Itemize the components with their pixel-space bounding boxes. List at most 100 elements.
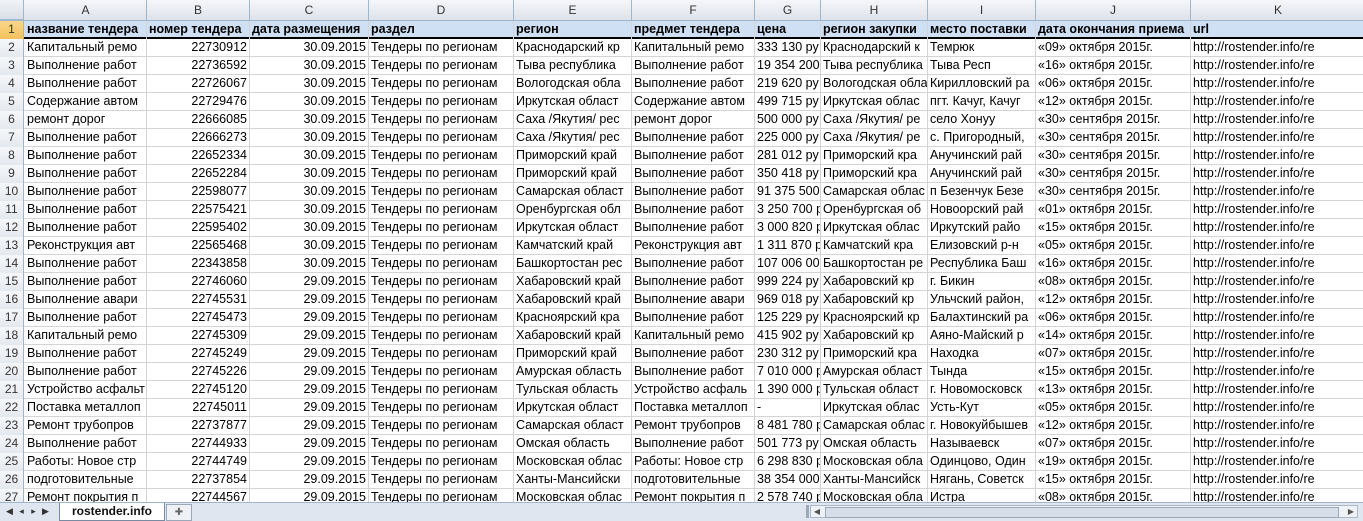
table-cell[interactable]: Выполнение работ xyxy=(25,129,147,147)
table-cell[interactable]: Иркутская област xyxy=(514,399,632,417)
table-cell[interactable]: «08» октября 2015г. xyxy=(1036,489,1191,502)
table-cell[interactable]: Тендеры по регионам xyxy=(369,291,514,309)
table-cell[interactable]: Московская обла xyxy=(821,453,928,471)
table-cell[interactable]: Тендеры по регионам xyxy=(369,345,514,363)
table-cell[interactable]: Истра xyxy=(928,489,1036,502)
table-cell[interactable]: 22745309 xyxy=(147,327,250,345)
row-number[interactable]: 14 xyxy=(0,255,24,273)
table-cell[interactable]: 30.09.2015 xyxy=(250,75,369,93)
table-cell[interactable]: http://rostender.info/re xyxy=(1191,57,1363,75)
header-cell[interactable]: url xyxy=(1191,21,1363,39)
table-cell[interactable]: «16» октября 2015г. xyxy=(1036,57,1191,75)
table-cell[interactable]: Реконструкция авт xyxy=(25,237,147,255)
table-cell[interactable]: 22745531 xyxy=(147,291,250,309)
header-cell[interactable]: место поставки xyxy=(928,21,1036,39)
table-cell[interactable]: Башкортостан ре xyxy=(821,255,928,273)
table-cell[interactable]: Приморский кра xyxy=(821,345,928,363)
table-cell[interactable]: Выполнение работ xyxy=(25,345,147,363)
table-cell[interactable]: Выполнение работ xyxy=(632,273,755,291)
table-cell[interactable]: «15» октября 2015г. xyxy=(1036,219,1191,237)
table-cell[interactable]: 30.09.2015 xyxy=(250,201,369,219)
table-cell[interactable]: Выполнение работ xyxy=(25,165,147,183)
table-cell[interactable]: Устройство асфаль xyxy=(632,381,755,399)
table-cell[interactable]: Приморский край xyxy=(514,345,632,363)
table-cell[interactable]: Камчатский край xyxy=(514,237,632,255)
table-cell[interactable]: Выполнение работ xyxy=(632,255,755,273)
table-cell[interactable]: Работы: Новое стр xyxy=(632,453,755,471)
table-cell[interactable]: Оренбургская обл xyxy=(514,201,632,219)
table-cell[interactable]: Выполнение работ xyxy=(632,363,755,381)
table-cell[interactable]: Тендеры по регионам xyxy=(369,147,514,165)
table-cell[interactable]: «15» октября 2015г. xyxy=(1036,471,1191,489)
table-cell[interactable]: Иркутская облас xyxy=(821,93,928,111)
table-cell[interactable]: http://rostender.info/re xyxy=(1191,219,1363,237)
table-cell[interactable]: г. Новомосковск xyxy=(928,381,1036,399)
table-cell[interactable]: 29.09.2015 xyxy=(250,381,369,399)
table-cell[interactable]: http://rostender.info/re xyxy=(1191,75,1363,93)
table-cell[interactable]: «07» октября 2015г. xyxy=(1036,435,1191,453)
table-cell[interactable]: http://rostender.info/re xyxy=(1191,345,1363,363)
table-cell[interactable]: Ульчский район, xyxy=(928,291,1036,309)
table-cell[interactable]: Саха /Якутия/ ре xyxy=(821,111,928,129)
header-cell[interactable]: название тендера xyxy=(25,21,147,39)
table-cell[interactable]: Хабаровский кр xyxy=(821,291,928,309)
table-cell[interactable]: 30.09.2015 xyxy=(250,165,369,183)
column-header-a[interactable]: A xyxy=(25,0,147,20)
table-cell[interactable]: Ремонт трубопров xyxy=(632,417,755,435)
table-cell[interactable]: Тендеры по регионам xyxy=(369,255,514,273)
table-cell[interactable]: Тендеры по регионам xyxy=(369,471,514,489)
table-cell[interactable]: Выполнение работ xyxy=(25,309,147,327)
table-cell[interactable]: 29.09.2015 xyxy=(250,363,369,381)
table-cell[interactable]: Выполнение работ xyxy=(25,219,147,237)
table-cell[interactable]: Тыва Респ xyxy=(928,57,1036,75)
table-cell[interactable]: Тендеры по регионам xyxy=(369,93,514,111)
table-cell[interactable]: http://rostender.info/re xyxy=(1191,291,1363,309)
table-cell[interactable]: http://rostender.info/re xyxy=(1191,39,1363,57)
table-cell[interactable]: Новоорский рай xyxy=(928,201,1036,219)
table-cell[interactable]: Самарская облас xyxy=(821,183,928,201)
row-number[interactable]: 16 xyxy=(0,291,24,309)
table-cell[interactable]: 30.09.2015 xyxy=(250,147,369,165)
table-cell[interactable]: Хабаровский край xyxy=(514,273,632,291)
insert-sheet-icon[interactable]: ✚ xyxy=(166,504,192,521)
table-cell[interactable]: Выполнение работ xyxy=(25,435,147,453)
table-cell[interactable]: Тульская област xyxy=(821,381,928,399)
table-cell[interactable]: 29.09.2015 xyxy=(250,291,369,309)
table-cell[interactable]: Называевск xyxy=(928,435,1036,453)
table-cell[interactable]: Вологодская обла xyxy=(821,75,928,93)
row-number[interactable]: 18 xyxy=(0,327,24,345)
table-cell[interactable]: http://rostender.info/re xyxy=(1191,471,1363,489)
row-number[interactable]: 15 xyxy=(0,273,24,291)
header-cell[interactable]: предмет тендера xyxy=(632,21,755,39)
table-cell[interactable]: Нягань, Советск xyxy=(928,471,1036,489)
table-cell[interactable]: «09» октября 2015г. xyxy=(1036,39,1191,57)
table-cell[interactable]: http://rostender.info/re xyxy=(1191,327,1363,345)
scroll-right-icon[interactable]: ▶ xyxy=(1345,506,1357,517)
table-cell[interactable]: 29.09.2015 xyxy=(250,489,369,502)
table-cell[interactable]: 22737854 xyxy=(147,471,250,489)
table-cell[interactable]: Красноярский кр xyxy=(821,309,928,327)
table-cell[interactable]: «13» октября 2015г. xyxy=(1036,381,1191,399)
table-cell[interactable]: Тендеры по регионам xyxy=(369,309,514,327)
table-cell[interactable]: 22565468 xyxy=(147,237,250,255)
table-cell[interactable]: «06» октября 2015г. xyxy=(1036,309,1191,327)
row-number[interactable]: 2 xyxy=(0,39,24,57)
row-number[interactable]: 26 xyxy=(0,471,24,489)
header-cell[interactable]: дата размещения xyxy=(250,21,369,39)
table-cell[interactable]: 29.09.2015 xyxy=(250,471,369,489)
table-cell[interactable]: «05» октября 2015г. xyxy=(1036,399,1191,417)
table-cell[interactable]: Самарская област xyxy=(514,183,632,201)
table-cell[interactable]: Приморский край xyxy=(514,165,632,183)
table-cell[interactable]: 30.09.2015 xyxy=(250,219,369,237)
table-cell[interactable]: Московская облас xyxy=(514,453,632,471)
table-cell[interactable]: 30.09.2015 xyxy=(250,57,369,75)
table-cell[interactable]: Усть-Кут xyxy=(928,399,1036,417)
column-header-e[interactable]: E xyxy=(514,0,632,20)
table-cell[interactable]: Балахтинский ра xyxy=(928,309,1036,327)
table-cell[interactable]: Камчатский кра xyxy=(821,237,928,255)
table-cell[interactable]: Выполнение работ xyxy=(632,129,755,147)
table-cell[interactable]: Работы: Новое стр xyxy=(25,453,147,471)
table-cell[interactable]: 22736592 xyxy=(147,57,250,75)
table-cell[interactable]: http://rostender.info/re xyxy=(1191,399,1363,417)
row-number[interactable]: 8 xyxy=(0,147,24,165)
